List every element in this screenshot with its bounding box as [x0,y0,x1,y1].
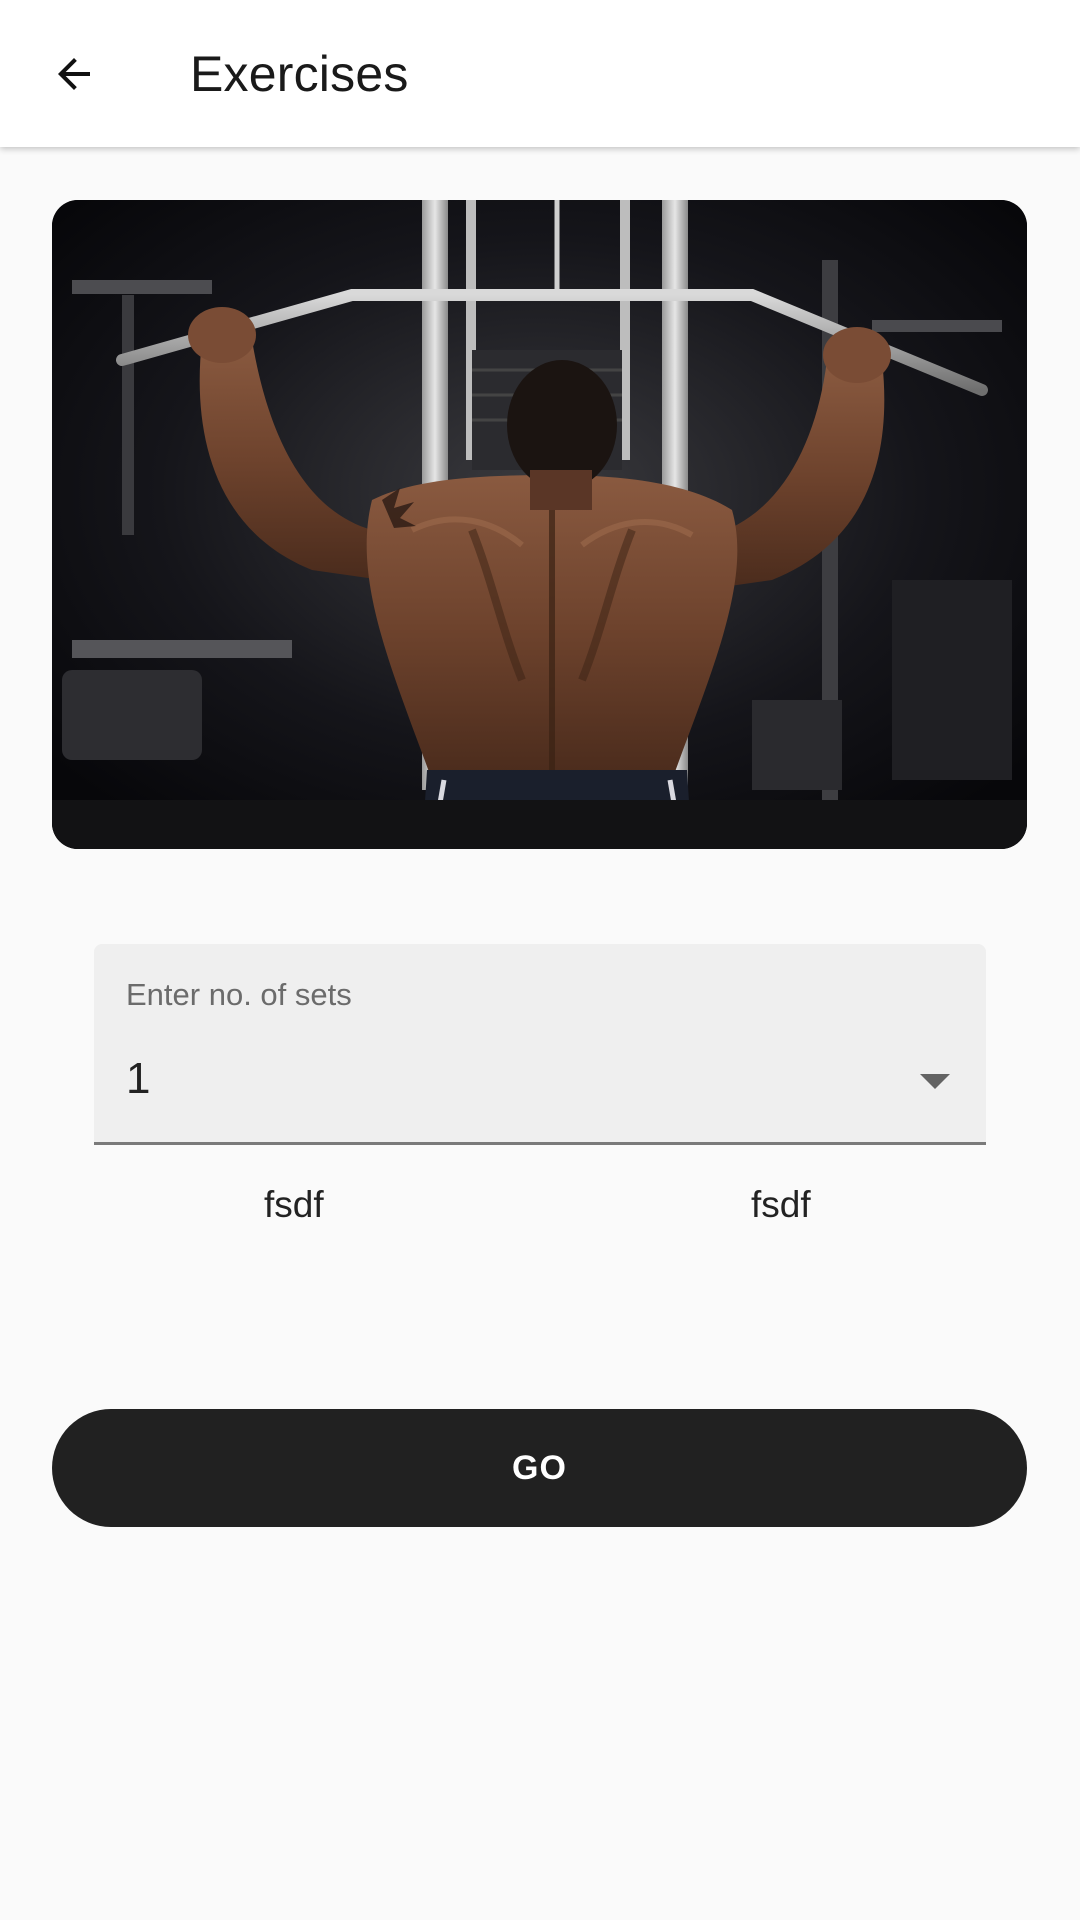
column-label-left: fsdf [264,1184,324,1225]
page-title: Exercises [190,46,409,102]
column-label-right: fsdf [751,1184,811,1225]
sets-dropdown-value: 1 [126,1054,151,1103]
go-button[interactable]: GO [52,1409,1027,1527]
lat-pulldown-photo [52,200,1027,849]
sets-dropdown-label: Enter no. of sets [126,977,352,1012]
arrow-back-icon [58,58,90,90]
dropdown-caret-icon [920,1074,950,1089]
top-app-bar: Exercises [0,0,1080,147]
sets-dropdown[interactable]: Enter no. of sets 1 [94,944,986,1145]
exercise-image [52,200,1027,849]
back-button[interactable] [34,34,114,114]
app-screen: Exercises Enter no. of sets 1 fsdf fsdf … [0,0,1080,1920]
